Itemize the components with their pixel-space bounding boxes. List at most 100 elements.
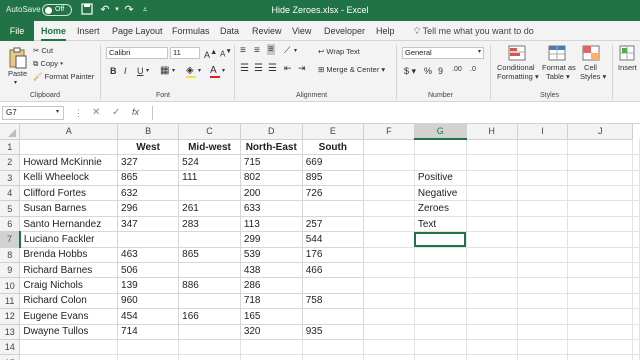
cancel-entry-icon[interactable]: ✕ (92, 107, 100, 118)
cell-b7[interactable] (117, 231, 180, 248)
cell-b6[interactable]: 347 (117, 216, 180, 233)
tab-formulas[interactable]: Formulas (172, 21, 210, 41)
cell-a2[interactable]: Howard McKinnie (19, 154, 119, 171)
cell-g7[interactable] (414, 231, 467, 248)
cell-e3[interactable]: 895 (302, 170, 364, 187)
tab-home[interactable]: Home (41, 21, 67, 41)
cell-j7[interactable] (567, 231, 633, 248)
cell-h12[interactable] (466, 308, 518, 325)
cell-i12[interactable] (517, 308, 569, 325)
cell-h8[interactable] (466, 247, 518, 264)
cell-d6[interactable]: 113 (240, 216, 303, 233)
conditional-formatting-button[interactable]: Conditional (497, 63, 535, 72)
cell-j12[interactable] (567, 308, 633, 325)
percent-button[interactable]: % (424, 66, 432, 76)
select-all-corner[interactable] (0, 124, 21, 140)
cell-b10[interactable]: 139 (117, 277, 180, 294)
cell-h2[interactable] (466, 154, 518, 171)
cell-b15[interactable] (117, 354, 180, 360)
cell-f14[interactable] (363, 339, 415, 356)
cell-i6[interactable] (517, 216, 569, 233)
cell-a13[interactable]: Dwayne Tullos (19, 324, 119, 340)
cell-c9[interactable] (178, 262, 241, 279)
underline-dropdown-icon[interactable]: ▾ (146, 67, 149, 74)
cell-e1[interactable]: South (302, 139, 364, 156)
underline-button[interactable]: U (137, 66, 144, 76)
cell-c6[interactable]: 283 (178, 216, 241, 233)
cell-h13[interactable] (466, 324, 518, 340)
font-size-select[interactable]: 11 (170, 47, 200, 59)
cell-a10[interactable]: Craig Nichols (19, 277, 119, 294)
format-painter-button[interactable]: 🖌︎ Format Painter (33, 72, 94, 81)
cell-c7[interactable] (178, 231, 241, 248)
cell-e11[interactable]: 758 (302, 293, 364, 310)
cell-f12[interactable] (363, 308, 415, 325)
bold-button[interactable]: B (110, 66, 117, 76)
name-box-dropdown-icon[interactable]: ▾ (56, 108, 59, 115)
row-header[interactable]: 3 (0, 170, 21, 187)
cell-b9[interactable]: 506 (117, 262, 180, 279)
cell-a8[interactable]: Brenda Hobbs (19, 247, 119, 264)
row-header[interactable]: 14 (0, 339, 21, 356)
cell-f11[interactable] (363, 293, 415, 310)
cell-c14[interactable] (178, 339, 241, 356)
cell-h3[interactable] (466, 170, 518, 187)
cell-h5[interactable] (466, 200, 518, 217)
comma-style-button[interactable]: 9 (438, 66, 443, 76)
cell-d12[interactable]: 165 (240, 308, 303, 325)
cell-i15[interactable] (517, 354, 569, 360)
confirm-entry-icon[interactable]: ✓ (112, 107, 120, 118)
cell-g3[interactable]: Positive (414, 170, 467, 187)
cell-a14[interactable] (19, 339, 119, 356)
cell-j2[interactable] (567, 154, 633, 171)
cell-h1[interactable] (466, 139, 518, 156)
cell-c1[interactable]: Mid-west (178, 139, 241, 156)
cell-g6[interactable]: Text (414, 216, 467, 233)
cell-h4[interactable] (466, 185, 518, 202)
fill-color-icon[interactable]: ◈ (186, 65, 196, 78)
font-name-select[interactable]: Calibri (106, 47, 168, 59)
cell-e8[interactable]: 176 (302, 247, 364, 264)
cell-b13[interactable]: 714 (117, 324, 180, 340)
cell-j4[interactable] (567, 185, 633, 202)
cell-d2[interactable]: 715 (240, 154, 303, 171)
cell-j15[interactable] (567, 354, 633, 360)
cell-d1[interactable]: North-East (240, 139, 303, 156)
cell-j9[interactable] (567, 262, 633, 279)
cell-i14[interactable] (517, 339, 569, 356)
number-format-select[interactable]: General (402, 47, 484, 59)
cell-j14[interactable] (567, 339, 633, 356)
cell-d8[interactable]: 539 (240, 247, 303, 264)
cell-g14[interactable] (414, 339, 467, 356)
grow-font-button[interactable]: A▲ (204, 47, 217, 60)
paste-button[interactable]: Paste (8, 69, 27, 78)
cell-d15[interactable] (240, 354, 303, 360)
align-left-icon[interactable]: ☰ (240, 63, 249, 74)
column-header-b[interactable]: B (117, 124, 180, 140)
format-as-table-icon[interactable] (548, 45, 566, 61)
cell-d14[interactable] (240, 339, 303, 356)
cell-f1[interactable] (363, 139, 415, 156)
cell-h10[interactable] (466, 277, 518, 294)
align-top-icon[interactable]: ≡ (240, 45, 246, 56)
cell-styles-button[interactable]: Cell (584, 63, 597, 72)
cell-f8[interactable] (363, 247, 415, 264)
row-header[interactable]: 15 (0, 354, 21, 360)
cell-e9[interactable]: 466 (302, 262, 364, 279)
merge-center-button[interactable]: ⊞ Merge & Center ▾ (318, 65, 385, 74)
cell-e5[interactable] (302, 200, 364, 217)
orientation-dropdown-icon[interactable]: ▾ (294, 47, 297, 54)
more-options-icon[interactable]: ⋮ (74, 108, 83, 119)
decrease-decimal-button[interactable]: .0 (470, 66, 476, 73)
cell-e10[interactable] (302, 277, 364, 294)
cell-c15[interactable] (178, 354, 241, 360)
cell-c10[interactable]: 886 (178, 277, 241, 294)
cell-f7[interactable] (363, 231, 415, 248)
cell-g9[interactable] (414, 262, 467, 279)
column-header-g[interactable]: G (414, 124, 467, 141)
cell-styles-icon[interactable] (582, 45, 600, 61)
row-header[interactable]: 9 (0, 262, 21, 279)
cell-h14[interactable] (466, 339, 518, 356)
column-header-j[interactable]: J (567, 124, 633, 140)
cell-j11[interactable] (567, 293, 633, 310)
